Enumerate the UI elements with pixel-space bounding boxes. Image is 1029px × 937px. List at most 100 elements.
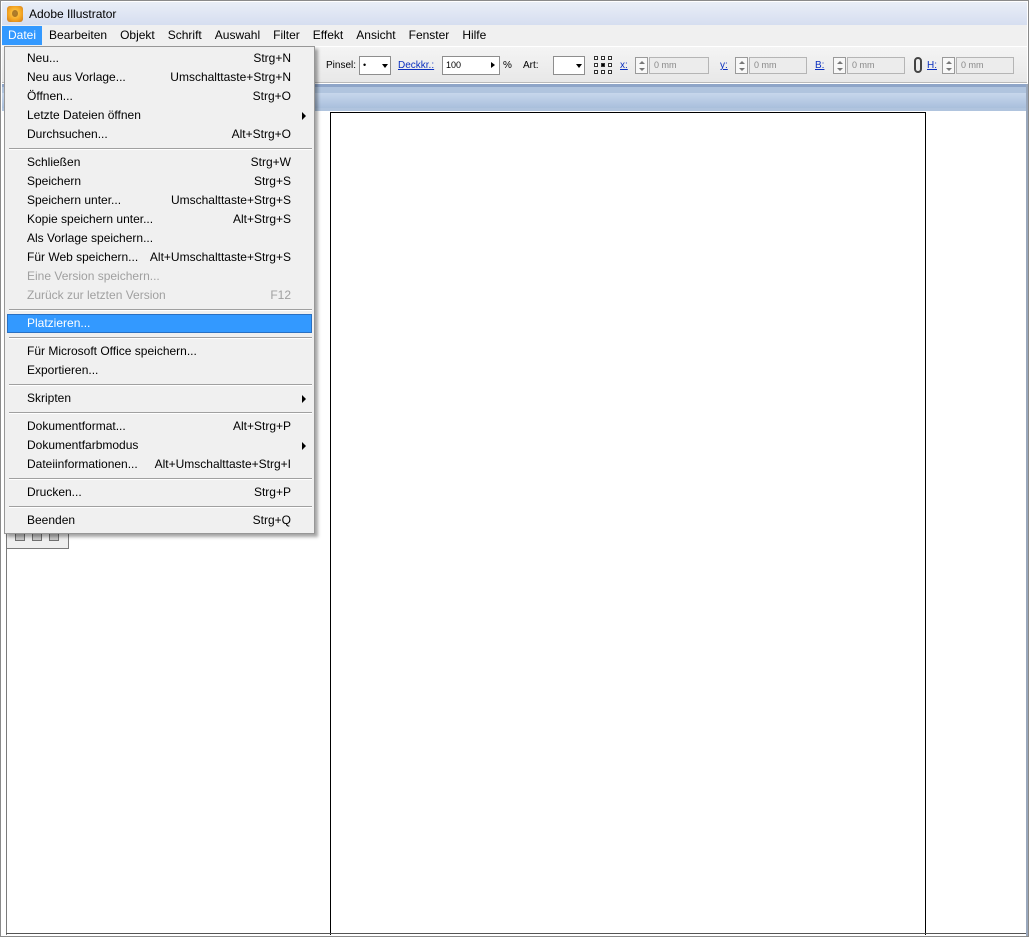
menu-item-label: Dateiinformationen...	[27, 457, 138, 471]
menu-item-skripten[interactable]: Skripten	[7, 389, 312, 408]
menu-item-version-speichern: Eine Version speichern...	[7, 267, 312, 286]
menu-separator	[9, 412, 312, 414]
menu-item-shortcut: Alt+Umschalttaste+Strg+S	[149, 250, 291, 264]
menu-separator	[9, 506, 312, 508]
menu-item-kopie-speichern[interactable]: Kopie speichern unter... Alt+Strg+S	[7, 210, 312, 229]
menu-item-label: Schließen	[27, 155, 81, 169]
h-label[interactable]: H:	[927, 60, 937, 71]
menu-item-shortcut: Umschalttaste+Strg+N	[170, 70, 291, 84]
menu-item-shortcut: Alt+Umschalttaste+Strg+I	[154, 457, 291, 471]
menu-item-drucken[interactable]: Drucken... Strg+P	[7, 483, 312, 502]
illustrator-app-icon[interactable]	[7, 5, 23, 22]
b-input[interactable]: 0 mm	[847, 57, 905, 74]
menu-item-label: Speichern unter...	[27, 193, 122, 207]
link-chain-icon[interactable]	[914, 57, 922, 73]
menu-item-label: Zurück zur letzten Version	[27, 288, 166, 302]
deckkraft-input[interactable]: 100	[442, 56, 500, 75]
menu-item-ms-office-speichern[interactable]: Für Microsoft Office speichern...	[7, 342, 312, 361]
b-spinner[interactable]	[833, 57, 846, 74]
menu-datei[interactable]: Datei	[2, 26, 43, 45]
menu-item-dokumentfarbmodus[interactable]: Dokumentfarbmodus	[7, 436, 312, 455]
title-bar: Adobe Illustrator	[2, 2, 1027, 25]
menu-item-label: Öffnen...	[27, 89, 73, 103]
b-label[interactable]: B:	[815, 60, 824, 71]
menu-item-shortcut: Strg+N	[253, 51, 291, 65]
artboard[interactable]	[330, 112, 926, 935]
h-input[interactable]: 0 mm	[956, 57, 1014, 74]
menu-fenster[interactable]: Fenster	[403, 26, 456, 45]
menu-item-label: Als Vorlage speichern...	[27, 231, 154, 245]
menu-item-letzte-dateien[interactable]: Letzte Dateien öffnen	[7, 106, 312, 125]
menu-filter[interactable]: Filter	[267, 26, 306, 45]
menu-item-dateiinformationen[interactable]: Dateiinformationen... Alt+Umschalttaste+…	[7, 455, 312, 474]
reference-point-icon[interactable]	[594, 56, 613, 75]
screen-mode-normal-icon[interactable]	[15, 533, 25, 541]
menu-item-fuer-web-speichern[interactable]: Für Web speichern... Alt+Umschalttaste+S…	[7, 248, 312, 267]
menu-item-exportieren[interactable]: Exportieren...	[7, 361, 312, 380]
menu-item-label: Neu...	[27, 51, 60, 65]
menu-item-shortcut: Strg+S	[253, 174, 291, 188]
menu-item-shortcut: Umschalttaste+Strg+S	[170, 193, 291, 207]
menu-item-shortcut: Strg+P	[253, 485, 291, 499]
menu-item-speichern[interactable]: Speichern Strg+S	[7, 172, 312, 191]
y-label[interactable]: y:	[720, 60, 728, 71]
menu-item-zurueck-letzte-version: Zurück zur letzten Version F12	[7, 286, 312, 305]
menu-effekt[interactable]: Effekt	[307, 26, 349, 45]
pinsel-value: •	[363, 60, 367, 70]
menu-item-shortcut: Alt+Strg+O	[231, 127, 291, 141]
h-spinner[interactable]	[942, 57, 955, 74]
menu-item-label: Drucken...	[27, 485, 82, 499]
submenu-arrow-icon	[302, 395, 306, 403]
menu-separator	[9, 337, 312, 339]
x-spinner[interactable]	[635, 57, 648, 74]
menu-item-platzieren[interactable]: Platzieren...	[7, 314, 312, 333]
chevron-right-icon	[491, 62, 495, 68]
window-right-border	[1026, 84, 1028, 936]
menu-item-neu[interactable]: Neu... Strg+N	[7, 49, 312, 68]
menu-item-oeffnen[interactable]: Öffnen... Strg+O	[7, 87, 312, 106]
art-dropdown[interactable]	[553, 56, 585, 75]
menu-objekt[interactable]: Objekt	[114, 26, 161, 45]
deckkraft-value: 100	[446, 60, 462, 70]
x-input[interactable]: 0 mm	[649, 57, 709, 74]
menu-item-durchsuchen[interactable]: Durchsuchen... Alt+Strg+O	[7, 125, 312, 144]
canvas-bottom-border	[6, 933, 1026, 934]
screen-mode-full-icon[interactable]	[49, 533, 59, 541]
menu-bar: Datei Bearbeiten Objekt Schrift Auswahl …	[2, 25, 1027, 46]
menu-hilfe[interactable]: Hilfe	[456, 26, 492, 45]
menu-schrift[interactable]: Schrift	[162, 26, 208, 45]
pinsel-dropdown[interactable]: •	[359, 56, 391, 75]
menu-item-schliessen[interactable]: Schließen Strg+W	[7, 153, 312, 172]
menu-item-label: Speichern	[27, 174, 82, 188]
menu-item-dokumentformat[interactable]: Dokumentformat... Alt+Strg+P	[7, 417, 312, 436]
menu-auswahl[interactable]: Auswahl	[209, 26, 266, 45]
menu-item-label: Für Microsoft Office speichern...	[27, 344, 197, 358]
menu-item-label: Durchsuchen...	[27, 127, 108, 141]
deckkraft-label[interactable]: Deckkr.:	[398, 60, 434, 71]
menu-item-neu-aus-vorlage[interactable]: Neu aus Vorlage... Umschalttaste+Strg+N	[7, 68, 312, 87]
menu-separator	[9, 478, 312, 480]
menu-item-label: Beenden	[27, 513, 76, 527]
menu-item-label: Für Web speichern...	[27, 250, 139, 264]
submenu-arrow-icon	[302, 112, 306, 120]
y-input[interactable]: 0 mm	[749, 57, 807, 74]
menu-item-shortcut: Strg+Q	[252, 513, 291, 527]
menu-item-label: Kopie speichern unter...	[27, 212, 154, 226]
menu-item-label: Dokumentformat...	[27, 419, 126, 433]
x-label[interactable]: x:	[620, 60, 628, 71]
art-label: Art:	[523, 60, 539, 71]
menu-item-beenden[interactable]: Beenden Strg+Q	[7, 511, 312, 530]
menu-item-label: Dokumentfarbmodus	[27, 438, 139, 452]
menu-item-label: Skripten	[27, 391, 72, 405]
y-spinner[interactable]	[735, 57, 748, 74]
percent-label: %	[503, 60, 512, 71]
menu-item-label: Letzte Dateien öffnen	[27, 108, 141, 122]
menu-bearbeiten[interactable]: Bearbeiten	[43, 26, 113, 45]
menu-ansicht[interactable]: Ansicht	[350, 26, 401, 45]
app-window: Adobe Illustrator Datei Bearbeiten Objek…	[0, 0, 1029, 937]
menu-item-als-vorlage-speichern[interactable]: Als Vorlage speichern...	[7, 229, 312, 248]
pinsel-label: Pinsel:	[326, 60, 357, 71]
screen-mode-fullmenu-icon[interactable]	[32, 533, 42, 541]
menu-item-speichern-unter[interactable]: Speichern unter... Umschalttaste+Strg+S	[7, 191, 312, 210]
menu-item-shortcut: Alt+Strg+S	[232, 212, 291, 226]
